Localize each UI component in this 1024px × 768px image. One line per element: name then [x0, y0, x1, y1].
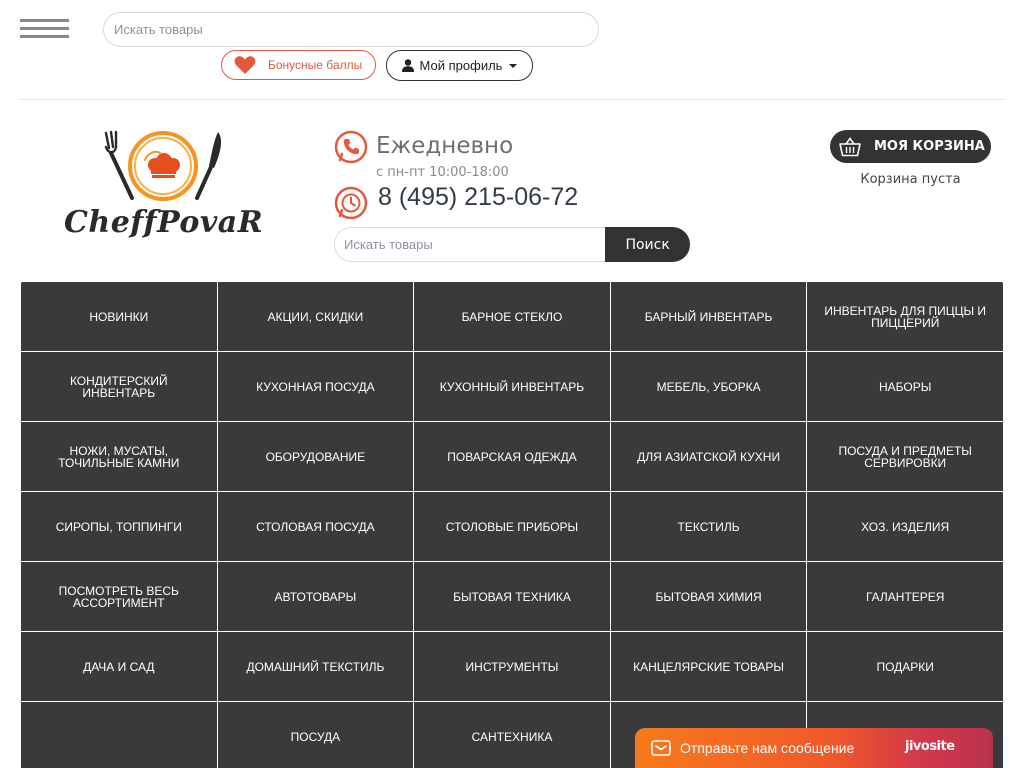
chevron-down-icon: [509, 63, 518, 68]
category-item[interactable]: ОБОРУДОВАНИЕ: [217, 422, 414, 491]
category-item[interactable]: НОЖИ, МУСАТЫ, ТОЧИЛЬНЫЕ КАМНИ: [21, 422, 217, 491]
category-item[interactable]: БЫТОВАЯ ХИМИЯ: [610, 562, 807, 631]
category-item[interactable]: БАРНОЕ СТЕКЛО: [414, 282, 610, 351]
jivosite-logo: jivosite: [905, 739, 955, 754]
chat-widget[interactable]: Отправьте нам сообщение jivosite: [635, 728, 993, 768]
chat-message-label: Отправьте нам сообщение: [680, 740, 855, 756]
bonus-points-button[interactable]: Бонусные баллы: [221, 50, 376, 80]
cart-button[interactable]: МОЯ КОРЗИНА: [830, 130, 991, 163]
search-button[interactable]: Поиск: [605, 227, 690, 262]
category-item[interactable]: НАБОРЫ: [807, 352, 1003, 421]
category-item[interactable]: БЫТОВАЯ ТЕХНИКА: [414, 562, 610, 631]
category-item[interactable]: ДЛЯ АЗИАТСКОЙ КУХНИ: [610, 422, 807, 491]
menu-icon[interactable]: [20, 19, 69, 39]
header-divider: [20, 99, 1004, 100]
category-item[interactable]: МЕБЕЛЬ, УБОРКА: [610, 352, 807, 421]
category-item[interactable]: ГАЛАНТЕРЕЯ: [807, 562, 1003, 631]
category-item[interactable]: СТОЛОВЫЕ ПРИБОРЫ: [414, 492, 610, 561]
category-grid: НОВИНКИ АКЦИИ, СКИДКИ БАРНОЕ СТЕКЛО БАРНЫЙ …: [20, 281, 1004, 768]
category-item[interactable]: ПОСМОТРЕТЬ ВЕСЬ АССОРТИМЕНТ: [21, 562, 217, 631]
knife-icon: [195, 132, 222, 200]
main-search: Поиск: [334, 227, 690, 262]
category-item[interactable]: ДОМАШНИЙ ТЕКСТИЛЬ: [217, 632, 414, 701]
category-item[interactable]: СИРОПЫ, ТОППИНГИ: [21, 492, 217, 561]
category-item[interactable]: [21, 702, 217, 768]
category-item[interactable]: СТОЛОВАЯ ПОСУДА: [217, 492, 414, 561]
user-icon: [401, 59, 414, 72]
category-item[interactable]: ХОЗ. ИЗДЕЛИЯ: [807, 492, 1003, 561]
category-item[interactable]: КУХОННАЯ ПОСУДА: [217, 352, 414, 421]
category-item[interactable]: АКЦИИ, СКИДКИ: [217, 282, 414, 351]
category-item[interactable]: ПОДАРКИ: [807, 632, 1003, 701]
phone-number[interactable]: 8 (495) 215-06-72: [378, 183, 578, 212]
category-item[interactable]: КАНЦЕЛЯРСКИЕ ТОВАРЫ: [610, 632, 807, 701]
bonus-points-label: Бонусные баллы: [268, 58, 363, 72]
working-hours: с пн-пт 10:00-18:00: [376, 165, 509, 180]
top-search-input[interactable]: [103, 12, 599, 47]
logo-text: CheffPovaR: [64, 205, 264, 240]
category-item[interactable]: ДАЧА И САД: [21, 632, 217, 701]
cart-label: МОЯ КОРЗИНА: [874, 139, 985, 154]
category-item[interactable]: КОНДИТЕРСКИЙ ИНВЕНТАРЬ: [21, 352, 217, 421]
clock-icon: [334, 186, 368, 220]
chef-hat-icon: [148, 153, 180, 178]
category-item[interactable]: КУХОННЫЙ ИНВЕНТАРЬ: [414, 352, 610, 421]
category-item[interactable]: ПОВАРСКАЯ ОДЕЖДА: [414, 422, 610, 491]
category-item[interactable]: ИНСТРУМЕНТЫ: [414, 632, 610, 701]
heart-icon: [234, 55, 256, 75]
menu-line: [20, 27, 69, 30]
category-item[interactable]: ПОСУДА И ПРЕДМЕТЫ СЕРВИРОВКИ: [807, 422, 1003, 491]
plate-icon: [128, 131, 198, 201]
message-icon: [651, 740, 671, 756]
cart-status: Корзина пуста: [860, 172, 961, 187]
phone-icon: [334, 130, 368, 164]
schedule-heading: Ежедневно: [376, 133, 514, 159]
my-profile-label: Мой профиль: [419, 58, 503, 73]
category-item[interactable]: БАРНЫЙ ИНВЕНТАРЬ: [610, 282, 807, 351]
my-profile-button[interactable]: Мой профиль: [386, 50, 533, 81]
menu-line: [20, 35, 69, 38]
category-item[interactable]: САНТЕХНИКА: [414, 702, 610, 768]
category-item[interactable]: ИНВЕНТАРЬ ДЛЯ ПИЦЦЫ И ПИЦЦЕРИЙ: [807, 282, 1003, 351]
logo-graphic: [104, 130, 222, 201]
menu-line: [20, 19, 69, 22]
category-item[interactable]: АВТОТОВАРЫ: [217, 562, 414, 631]
category-item[interactable]: ПОСУДА: [217, 702, 414, 768]
basket-icon: [839, 136, 861, 157]
search-input[interactable]: [334, 227, 606, 262]
category-item[interactable]: НОВИНКИ: [21, 282, 217, 351]
category-item[interactable]: ТЕКСТИЛЬ: [610, 492, 807, 561]
